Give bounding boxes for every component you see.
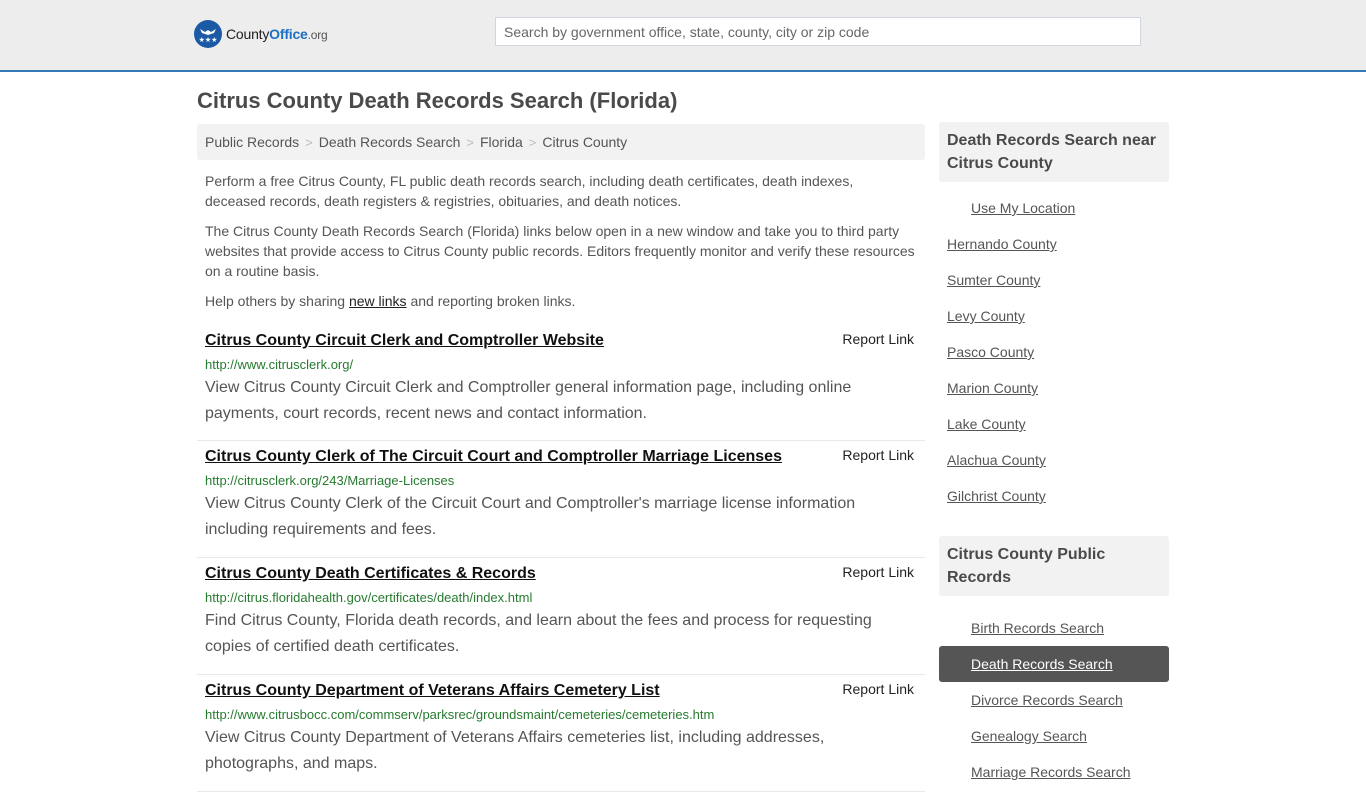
result-url[interactable]: http://www.citrusclerk.org/ xyxy=(205,355,917,375)
breadcrumb-separator: > xyxy=(305,134,313,150)
nearby-county-link[interactable]: Sumter County xyxy=(939,272,1040,288)
site-header: ★★★ CountyOffice.org xyxy=(0,0,1366,72)
site-logo[interactable]: ★★★ CountyOffice.org xyxy=(194,20,328,48)
result-url[interactable]: http://www.citrusbocc.com/commserv/parks… xyxy=(205,705,917,725)
public-records-heading: Citrus County Public Records xyxy=(939,536,1169,596)
sidebar-item-levy-county: Levy County xyxy=(939,298,1169,334)
breadcrumb-separator: > xyxy=(466,134,474,150)
sidebar-item-divorce-records: Divorce Records Search xyxy=(939,682,1169,718)
result-item: Citrus County Clerk of The Circuit Court… xyxy=(197,441,925,558)
result-description: View Citrus County Circuit Clerk and Com… xyxy=(205,379,852,422)
nearby-counties-list: Use My Location Hernando County Sumter C… xyxy=(939,182,1169,536)
intro-paragraph: The Citrus County Death Records Search (… xyxy=(205,223,915,279)
results-list: Citrus County Circuit Clerk and Comptrol… xyxy=(197,329,925,792)
report-link-button[interactable]: Report Link xyxy=(842,447,914,463)
breadcrumb-separator: > xyxy=(528,134,537,150)
result-description: View Citrus County Department of Veteran… xyxy=(205,729,825,772)
report-link-button[interactable]: Report Link xyxy=(842,331,914,347)
result-item: Citrus County Circuit Clerk and Comptrol… xyxy=(197,329,925,441)
eagle-stars-logo-icon: ★★★ xyxy=(194,20,222,48)
intro-paragraph: Perform a free Citrus County, FL public … xyxy=(205,173,854,209)
result-url[interactable]: http://citrusclerk.org/243/Marriage-Lice… xyxy=(205,471,917,491)
new-links-link[interactable]: new links xyxy=(349,293,407,309)
nearby-county-link[interactable]: Pasco County xyxy=(939,344,1034,360)
marriage-records-link[interactable]: Marriage Records Search xyxy=(939,764,1131,780)
main-content: Public Records > Death Records Search > … xyxy=(197,124,925,792)
death-records-link[interactable]: Death Records Search xyxy=(939,656,1113,672)
nearby-county-link[interactable]: Lake County xyxy=(939,416,1026,432)
result-item: Citrus County Department of Veterans Aff… xyxy=(197,675,925,792)
sidebar-item-lake-county: Lake County xyxy=(939,406,1169,442)
birth-records-link[interactable]: Birth Records Search xyxy=(939,620,1104,636)
sidebar-item-hernando-county: Hernando County xyxy=(939,226,1169,262)
nearby-county-link[interactable]: Levy County xyxy=(939,308,1025,324)
divorce-records-link[interactable]: Divorce Records Search xyxy=(939,692,1123,708)
sidebar-item-marion-county: Marion County xyxy=(939,370,1169,406)
result-title-link[interactable]: Citrus County Department of Veterans Aff… xyxy=(205,679,660,703)
breadcrumb: Public Records > Death Records Search > … xyxy=(197,124,925,160)
breadcrumb-citrus-county[interactable]: Citrus County xyxy=(542,134,627,150)
result-description: View Citrus County Clerk of the Circuit … xyxy=(205,495,856,538)
nearby-county-link[interactable]: Gilchrist County xyxy=(939,488,1046,504)
report-link-button[interactable]: Report Link xyxy=(842,564,914,580)
report-link-button[interactable]: Report Link xyxy=(842,681,914,697)
breadcrumb-florida[interactable]: Florida xyxy=(480,134,523,150)
svg-text:★★★: ★★★ xyxy=(199,36,218,44)
nearby-county-link[interactable]: Marion County xyxy=(939,380,1038,396)
logo-wordmark: CountyOffice.org xyxy=(226,26,328,42)
sidebar-item-genealogy: Genealogy Search xyxy=(939,718,1169,754)
result-description: Find Citrus County, Florida death record… xyxy=(205,612,872,655)
sidebar: Death Records Search near Citrus County … xyxy=(939,122,1169,800)
breadcrumb-public-records[interactable]: Public Records xyxy=(205,134,299,150)
genealogy-link[interactable]: Genealogy Search xyxy=(939,728,1087,744)
result-title-link[interactable]: Citrus County Circuit Clerk and Comptrol… xyxy=(205,329,604,353)
sidebar-item-sumter-county: Sumter County xyxy=(939,262,1169,298)
result-title-link[interactable]: Citrus County Clerk of The Circuit Court… xyxy=(205,445,782,469)
nearby-heading: Death Records Search near Citrus County xyxy=(939,122,1169,182)
site-search-input[interactable] xyxy=(495,17,1141,46)
intro-text: Perform a free Citrus County, FL public … xyxy=(197,171,925,311)
sidebar-item-marriage-records: Marriage Records Search xyxy=(939,754,1169,790)
result-title-link[interactable]: Citrus County Death Certificates & Recor… xyxy=(205,562,536,586)
public-records-list: Birth Records Search Death Records Searc… xyxy=(939,596,1169,800)
sidebar-item-use-my-location: Use My Location xyxy=(939,190,1169,226)
nearby-county-link[interactable]: Alachua County xyxy=(939,452,1046,468)
sidebar-item-gilchrist-county: Gilchrist County xyxy=(939,478,1169,514)
sidebar-item-death-records-active: Death Records Search xyxy=(939,646,1169,682)
nearby-county-link[interactable]: Hernando County xyxy=(939,236,1057,252)
sidebar-item-birth-records: Birth Records Search xyxy=(939,610,1169,646)
breadcrumb-death-records-search[interactable]: Death Records Search xyxy=(319,134,461,150)
use-my-location-link[interactable]: Use My Location xyxy=(939,200,1075,216)
result-url[interactable]: http://citrus.floridahealth.gov/certific… xyxy=(205,588,917,608)
sidebar-item-alachua-county: Alachua County xyxy=(939,442,1169,478)
page-title: Citrus County Death Records Search (Flor… xyxy=(197,88,678,113)
sidebar-item-pasco-county: Pasco County xyxy=(939,334,1169,370)
result-item: Citrus County Death Certificates & Recor… xyxy=(197,558,925,675)
share-links-note: Help others by sharing new links and rep… xyxy=(205,293,576,309)
